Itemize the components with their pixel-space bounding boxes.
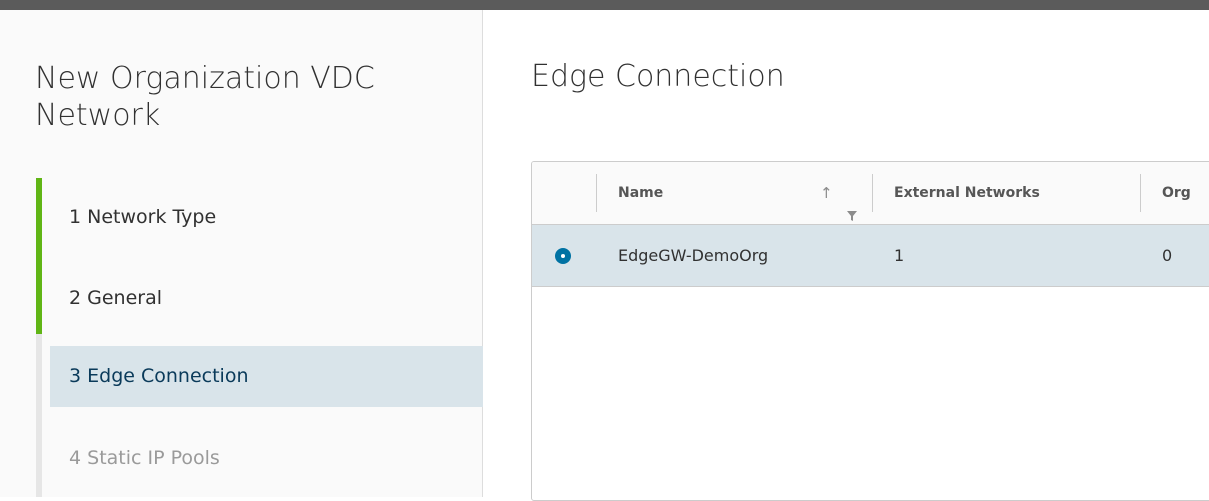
wizard-title: New Organization VDC Network: [35, 61, 375, 133]
step-static-ip-pools: 4 Static IP Pools: [69, 447, 220, 469]
grid-header: Name ↑ External Networks Org: [532, 162, 1209, 225]
cell-org: 0: [1162, 246, 1173, 265]
row-select-radio[interactable]: [555, 248, 571, 264]
arrow-up-icon[interactable]: ↑: [820, 162, 833, 224]
wizard-sidebar: New Organization VDC Network 1 Network T…: [0, 10, 483, 497]
step-network-type[interactable]: 1 Network Type: [50, 187, 483, 248]
column-header-name-label: Name: [618, 185, 664, 201]
cell-external-networks: 1: [894, 246, 905, 265]
column-header-name[interactable]: Name ↑: [596, 162, 872, 224]
edge-gateway-grid: Name ↑ External Networks Org EdgeGW-Demo…: [531, 161, 1209, 501]
page-title: Edge Connection: [531, 59, 785, 94]
window-top-border: [0, 0, 1209, 10]
column-header-external-networks[interactable]: External Networks: [872, 162, 1140, 224]
step-progress-completed: [36, 178, 42, 334]
cell-name: EdgeGW-DemoOrg: [618, 246, 769, 265]
step-edge-connection[interactable]: 3 Edge Connection: [50, 346, 483, 407]
step-general[interactable]: 2 General: [50, 268, 483, 329]
radio-checked-dot: [561, 254, 565, 258]
table-row[interactable]: EdgeGW-DemoOrg 1 0: [532, 225, 1209, 287]
column-header-org[interactable]: Org: [1140, 162, 1209, 224]
